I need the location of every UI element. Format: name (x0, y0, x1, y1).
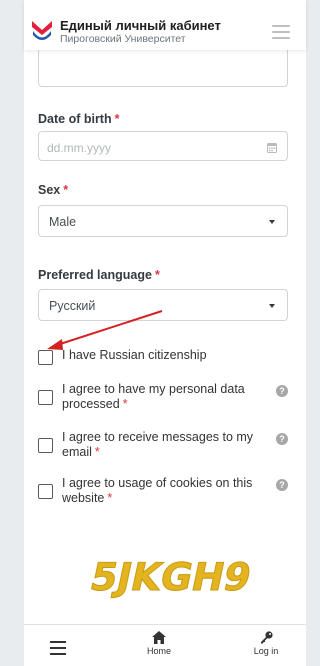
checkbox-label: I agree to have my personal data process… (62, 382, 245, 411)
sex-value: Male (49, 215, 77, 229)
bottom-navigation: Home Log in (24, 624, 306, 666)
personal-data-checkbox[interactable] (38, 390, 53, 405)
checkbox-label: I agree to usage of cookies on this webs… (62, 476, 253, 505)
language-label: Preferred language * (38, 268, 160, 282)
captcha-text: 5JKGH9 (86, 555, 254, 600)
nav-home-label: Home (146, 646, 171, 656)
calendar-icon[interactable] (267, 142, 277, 153)
messages-checkbox[interactable] (38, 438, 53, 453)
checkbox-row-cookies[interactable]: I agree to usage of cookies on this webs… (38, 476, 288, 508)
home-icon (152, 631, 166, 644)
cookies-checkbox[interactable] (38, 484, 53, 499)
nav-login-label: Log in (253, 646, 279, 656)
brand-title: Единый личный кабинет (60, 18, 221, 33)
captcha-image: 5JKGH9 (86, 555, 254, 601)
menu-bar (272, 37, 290, 39)
menu-bar (50, 641, 66, 643)
language-select[interactable]: Русский (38, 289, 288, 321)
help-icon[interactable]: ? (276, 433, 288, 445)
nav-home[interactable]: Home (134, 631, 184, 656)
checkbox-row-personal-data[interactable]: I agree to have my personal data process… (38, 382, 288, 414)
menu-bar (50, 653, 66, 655)
language-value: Русский (49, 299, 96, 313)
header-menu-button[interactable] (272, 25, 290, 39)
menu-icon[interactable] (50, 641, 66, 659)
dob-input[interactable]: dd.mm.yyyy (38, 131, 288, 161)
key-icon (260, 631, 273, 644)
dob-placeholder: dd.mm.yyyy (47, 141, 112, 155)
menu-bar (272, 25, 290, 27)
menu-bar (272, 31, 290, 33)
previous-field[interactable] (38, 46, 288, 87)
checkbox-row-messages[interactable]: I agree to receive messages to my email *… (38, 430, 288, 462)
help-icon[interactable]: ? (276, 385, 288, 397)
checkbox-label: I have Russian citizenship (62, 348, 207, 362)
chevron-down-icon (269, 304, 275, 308)
checkbox-row-citizenship[interactable]: I have Russian citizenship (38, 348, 288, 366)
university-logo-icon[interactable] (30, 18, 54, 42)
menu-bar (50, 647, 66, 649)
brand-subtitle: Пироговский Университет (60, 33, 186, 45)
nav-login[interactable]: Log in (246, 631, 286, 656)
citizenship-checkbox[interactable] (38, 350, 53, 365)
chevron-down-icon (269, 220, 275, 224)
app-header: Единый личный кабинет Пироговский Универ… (24, 0, 306, 50)
dob-label: Date of birth * (38, 112, 120, 126)
sex-label: Sex * (38, 183, 69, 197)
sex-select[interactable]: Male (38, 205, 288, 237)
help-icon[interactable]: ? (276, 479, 288, 491)
checkbox-label: I agree to receive messages to my email * (62, 430, 254, 459)
